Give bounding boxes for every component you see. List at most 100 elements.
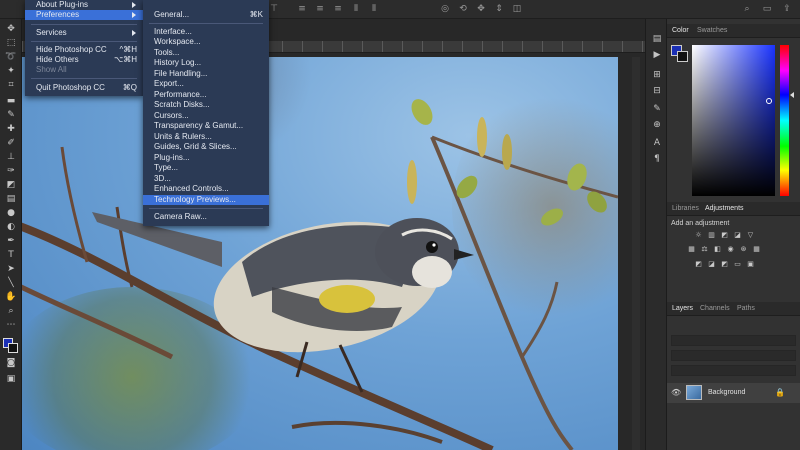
blend-mode-row[interactable] [671, 350, 796, 361]
pref-export[interactable]: Export... [143, 79, 269, 89]
history-icon[interactable]: ▤ [651, 33, 663, 45]
color-balance-icon[interactable]: ⚖ [700, 245, 709, 254]
levels-icon[interactable]: ▥ [707, 231, 716, 240]
pref-workspace[interactable]: Workspace... [143, 37, 269, 47]
color-picker-ring[interactable] [766, 98, 772, 104]
pref-general[interactable]: General... ⌘K [143, 10, 269, 20]
frame-icon[interactable]: ▬ [3, 95, 19, 107]
share-icon[interactable]: ⇪ [782, 4, 792, 14]
channel-mixer-icon[interactable]: ⊛ [739, 245, 748, 254]
black-white-icon[interactable]: ◧ [713, 245, 722, 254]
gradient-map-icon[interactable]: ▭ [733, 260, 742, 269]
blur-icon[interactable]: ● [3, 207, 19, 219]
workspace-icon[interactable]: ▭ [762, 4, 772, 14]
actions-icon[interactable]: ▶ [651, 49, 663, 61]
lock-icon[interactable]: 🔒 [775, 388, 785, 397]
pref-enhanced-controls[interactable]: Enhanced Controls... [143, 184, 269, 194]
menu-item-quit[interactable]: Quit Photoshop CC ⌘Q [25, 83, 143, 93]
character-icon[interactable]: A [651, 137, 663, 149]
history-brush-icon[interactable]: ✑ [3, 165, 19, 177]
tab-channels[interactable]: Channels [700, 305, 730, 312]
brush-settings-icon[interactable]: ⊟ [651, 85, 663, 97]
healing-brush-icon[interactable]: ✚ [3, 123, 19, 135]
hue-saturation-icon[interactable]: ▦ [687, 245, 696, 254]
pref-file-handling[interactable]: File Handling... [143, 69, 269, 79]
tab-layers[interactable]: Layers [668, 302, 697, 315]
tab-paths[interactable]: Paths [737, 305, 755, 312]
distribute-middle-icon[interactable]: ≡ [315, 4, 325, 14]
3d-scale-icon[interactable]: ◫ [512, 4, 522, 14]
pref-interface[interactable]: Interface... [143, 27, 269, 37]
screen-mode-icon[interactable]: ▣ [3, 373, 19, 385]
lock-fill-row[interactable] [671, 365, 796, 376]
posterize-icon[interactable]: ◪ [707, 260, 716, 269]
background-color-swatch[interactable] [8, 343, 18, 353]
search-icon[interactable]: ⌕ [742, 4, 752, 14]
more-tools-icon[interactable]: ⋯ [3, 319, 19, 331]
3d-orbit-icon[interactable]: ◎ [440, 4, 450, 14]
dodge-icon[interactable]: ◐ [3, 221, 19, 233]
pref-scratch-disks[interactable]: Scratch Disks... [143, 100, 269, 110]
properties-icon[interactable]: ⊞ [651, 69, 663, 81]
path-selection-icon[interactable]: ➤ [3, 263, 19, 275]
tab-libraries[interactable]: Libraries [672, 205, 699, 212]
menu-item-services[interactable]: Services [25, 28, 143, 38]
pref-plug-ins[interactable]: Plug-ins... [143, 153, 269, 163]
curves-icon[interactable]: ◩ [720, 231, 729, 240]
panel-background-swatch[interactable] [677, 51, 688, 62]
pref-tools[interactable]: Tools... [143, 48, 269, 58]
color-lookup-icon[interactable]: ▦ [752, 245, 761, 254]
pref-technology-previews[interactable]: Technology Previews... [143, 195, 269, 205]
color-picker-field[interactable] [692, 45, 775, 196]
clone-source-icon[interactable]: ⊕ [651, 119, 663, 131]
exposure-icon[interactable]: ◪ [733, 231, 742, 240]
pref-3d[interactable]: 3D... [143, 174, 269, 184]
invert-icon[interactable]: ◩ [694, 260, 703, 269]
zoom-icon[interactable]: ⌕ [3, 305, 19, 317]
tab-swatches[interactable]: Swatches [697, 27, 727, 34]
vertical-scrollbar[interactable] [632, 57, 640, 450]
clone-stamp-icon[interactable]: ⊥ [3, 151, 19, 163]
layer-filter-row[interactable] [671, 335, 796, 346]
3d-roll-icon[interactable]: ⟲ [458, 4, 468, 14]
pref-units-rulers[interactable]: Units & Rulers... [143, 132, 269, 142]
pref-camera-raw[interactable]: Camera Raw... [143, 212, 269, 222]
image-canvas[interactable] [22, 57, 618, 450]
pref-performance[interactable]: Performance... [143, 90, 269, 100]
marquee-icon[interactable]: ⬚ [3, 37, 19, 49]
vibrance-icon[interactable]: ▽ [746, 231, 755, 240]
type-icon[interactable]: T [3, 249, 19, 261]
pref-guides-grid-slices[interactable]: Guides, Grid & Slices... [143, 142, 269, 152]
pref-history-log[interactable]: History Log... [143, 58, 269, 68]
3d-pan-icon[interactable]: ✥ [476, 4, 486, 14]
tab-color[interactable]: Color [669, 24, 692, 37]
pref-cursors[interactable]: Cursors... [143, 111, 269, 121]
hue-slider-handle[interactable] [790, 92, 794, 98]
eraser-icon[interactable]: ◩ [3, 179, 19, 191]
eye-icon[interactable]: 👁 [671, 388, 681, 397]
layer-row-background[interactable]: 👁 Background 🔒 [667, 383, 800, 403]
quick-mask-icon[interactable]: ◙ [3, 357, 19, 369]
menu-item-hide-others[interactable]: Hide Others ⌥⌘H [25, 55, 143, 65]
move-icon[interactable]: ✥ [3, 23, 19, 35]
threshold-icon[interactable]: ◩ [720, 260, 729, 269]
paragraph-icon[interactable]: ¶ [651, 153, 663, 165]
gradient-icon[interactable]: ▤ [3, 193, 19, 205]
pref-type[interactable]: Type... [143, 163, 269, 173]
tab-adjustments[interactable]: Adjustments [702, 202, 747, 215]
pen-icon[interactable]: ✒ [3, 235, 19, 247]
hand-icon[interactable]: ✋ [3, 291, 19, 303]
photo-filter-icon[interactable]: ◉ [726, 245, 735, 254]
align-top-icon[interactable]: ⊤ [269, 4, 279, 14]
menu-item-about-plugins[interactable]: About Plug-ins [25, 0, 143, 10]
menu-item-preferences[interactable]: Preferences [25, 10, 143, 20]
lasso-icon[interactable]: ➰ [3, 51, 19, 63]
hue-slider[interactable] [780, 45, 789, 196]
brush-icon[interactable]: ✐ [3, 137, 19, 149]
distribute-bottom-icon[interactable]: ≡ [333, 4, 343, 14]
pref-transparency-gamut[interactable]: Transparency & Gamut... [143, 121, 269, 131]
magic-wand-icon[interactable]: ✦ [3, 65, 19, 77]
selective-color-icon[interactable]: ▣ [746, 260, 755, 269]
3d-slide-icon[interactable]: ⇕ [494, 4, 504, 14]
eyedropper-icon[interactable]: ✎ [3, 109, 19, 121]
